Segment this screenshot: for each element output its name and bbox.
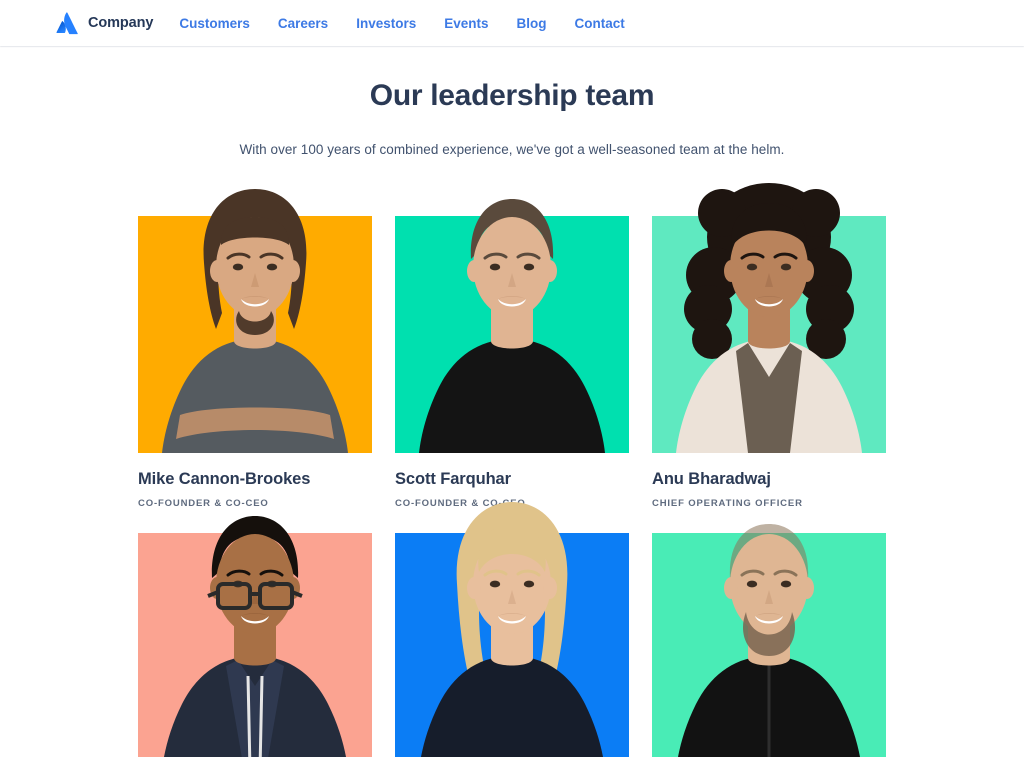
member-portrait-illustration — [652, 163, 886, 454]
nav-item-events: Events — [444, 10, 516, 37]
member-portrait-illustration — [138, 163, 372, 454]
member-photo-frame — [395, 501, 629, 757]
team-member-card[interactable]: Anu Bharadwaj CHIEF OPERATING OFFICER — [652, 183, 886, 509]
nav-item-investors: Investors — [356, 10, 444, 37]
atlassian-logo-icon — [54, 10, 80, 36]
page-title: Our leadership team — [369, 79, 655, 112]
nav-item-contact: Contact — [575, 10, 653, 37]
nav-item-careers: Careers — [278, 10, 356, 37]
nav-link-blog[interactable]: Blog — [517, 10, 547, 37]
member-photo-frame — [138, 515, 372, 757]
brand-name: Company — [88, 15, 154, 31]
member-portrait-illustration — [395, 480, 629, 757]
member-photo-frame — [395, 199, 629, 454]
team-member-card[interactable] — [138, 515, 372, 757]
primary-nav-list: Customers Careers Investors Events Blog … — [179, 10, 652, 37]
nav-link-investors[interactable]: Investors — [356, 10, 416, 37]
member-portrait-illustration — [395, 163, 629, 454]
hero-section: Our leadership team With over 100 years … — [0, 46, 1024, 160]
member-photo-frame — [652, 523, 886, 757]
nav-link-careers[interactable]: Careers — [278, 10, 328, 37]
nav-link-contact[interactable]: Contact — [575, 10, 625, 37]
nav-inner: Company Customers Careers Investors Even… — [0, 10, 653, 37]
member-portrait-illustration — [652, 480, 886, 757]
nav-link-events[interactable]: Events — [444, 10, 488, 37]
team-member-card[interactable]: Mike Cannon-Brookes CO-FOUNDER & CO-CEO — [138, 189, 372, 509]
nav-link-customers[interactable]: Customers — [179, 10, 250, 37]
team-member-card[interactable] — [652, 523, 886, 757]
team-member-card[interactable]: Scott Farquhar CO-FOUNDER & CO-CEO — [395, 199, 629, 509]
member-portrait-illustration — [138, 480, 372, 757]
brand-home-link[interactable]: Company — [54, 10, 153, 36]
page-content: Our leadership team With over 100 years … — [0, 46, 1024, 757]
nav-item-blog: Blog — [517, 10, 575, 37]
nav-item-customers: Customers — [179, 10, 278, 37]
page-subtitle: With over 100 years of combined experien… — [239, 142, 785, 157]
member-photo-frame — [652, 183, 886, 454]
team-member-grid: Mike Cannon-Brookes CO-FOUNDER & CO-CEO S… — [138, 183, 886, 757]
top-navigation-bar: Company Customers Careers Investors Even… — [0, 0, 1024, 46]
member-photo-frame — [138, 189, 372, 454]
team-member-card[interactable] — [395, 501, 629, 757]
